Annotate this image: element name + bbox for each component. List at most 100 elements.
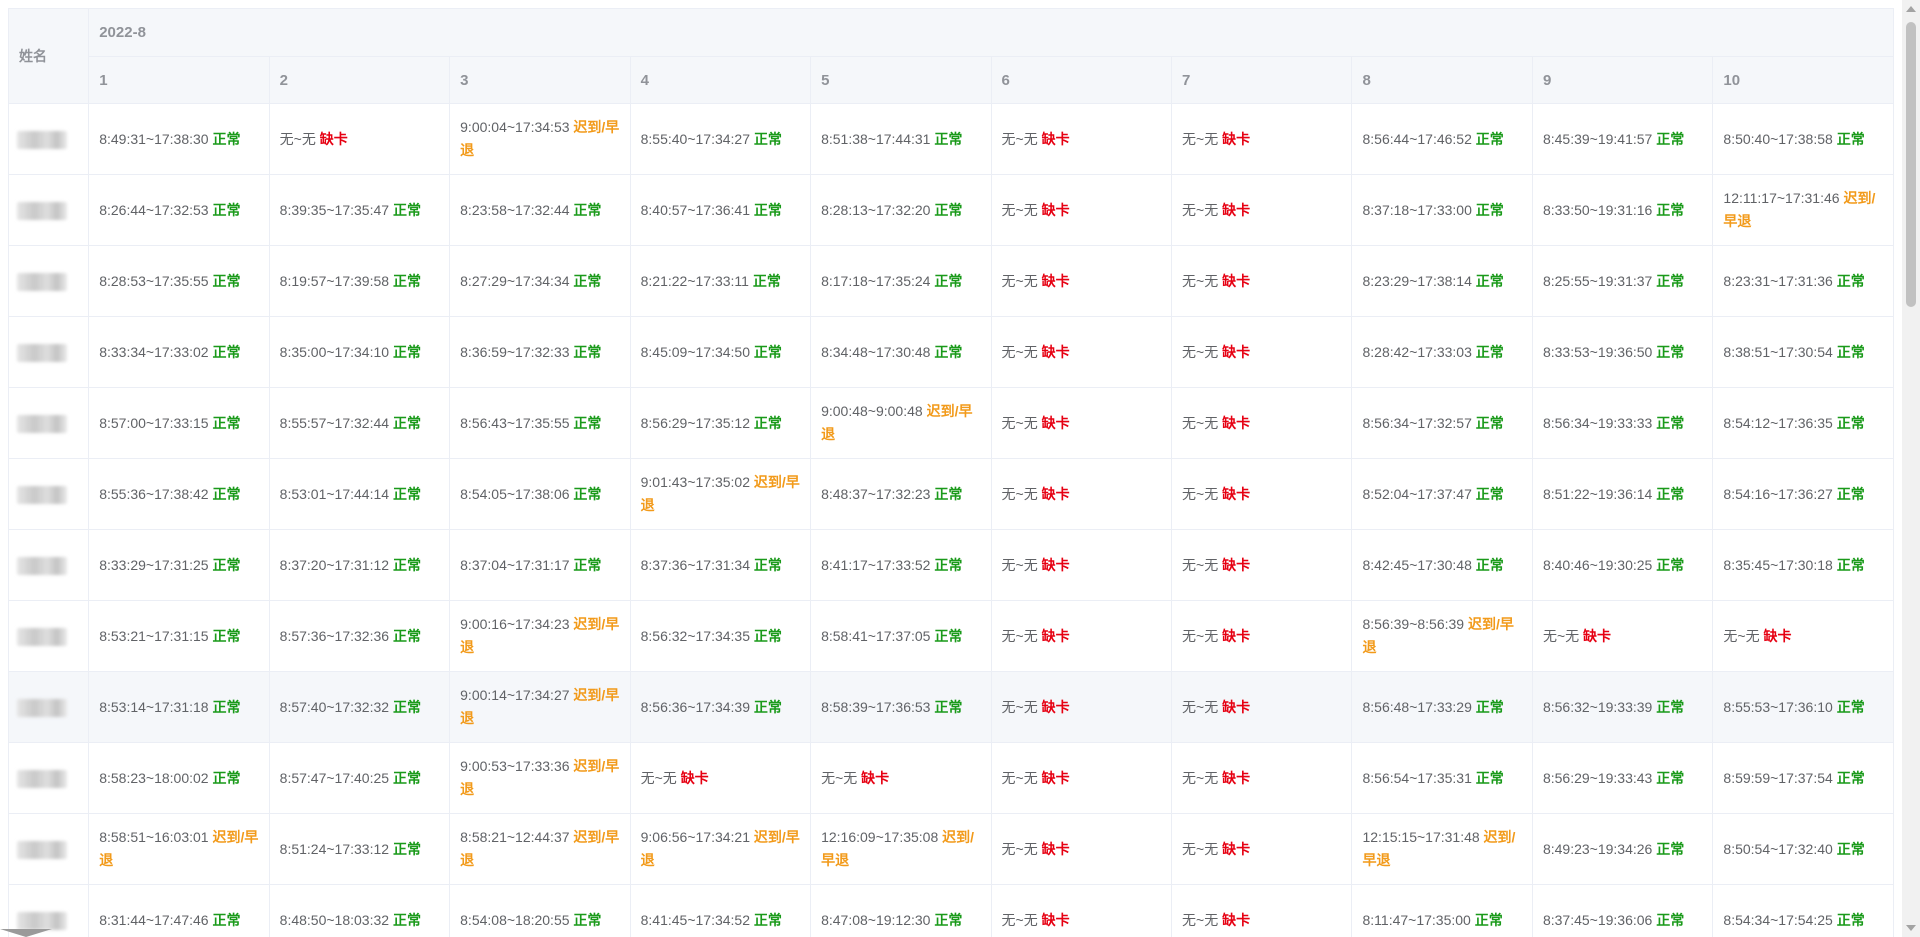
attendance-status-badge: 缺卡 [1041,485,1070,502]
table-row[interactable]: 8:58:51~16:03:01 迟到/早退 8:51:24~17:33:12 正… [8,813,1894,885]
punch-times: 9:00:14~17:34:27 [460,687,570,703]
attendance-cell: 9:00:16~17:34:23 迟到/早退 [449,600,631,672]
table-row[interactable]: 8:58:23~18:00:02 正常 8:57:47~17:40:25 正常 9:… [8,742,1894,814]
attendance-cell: 无~无 缺卡 [1712,600,1894,672]
redacted-name [17,201,67,220]
attendance-status-badge: 缺卡 [680,769,709,786]
table-row[interactable]: 8:57:00~17:33:15 正常 8:55:57~17:32:44 正常 8:… [8,387,1894,459]
attendance-cell: 8:57:00~17:33:15 正常 [88,387,270,459]
redacted-name [17,130,67,149]
punch-times: 8:39:35~17:35:47 [279,201,390,218]
attendance-status-badge: 正常 [753,911,782,928]
punch-times: 无~无 [1001,698,1038,715]
punch-times: 8:53:14~17:31:18 [99,698,209,715]
table-row[interactable]: 8:26:44~17:32:53 正常 8:39:35~17:35:47 正常 8:… [8,174,1894,246]
attendance-cell: 无~无 缺卡 [990,742,1173,814]
redacted-name [17,343,67,362]
punch-times: 8:57:00~17:33:15 [99,414,209,431]
punch-times: 无~无 [1182,911,1219,928]
table-header: 姓名 2022-8 1 2 3 4 5 6 7 8 9 10 [8,8,1894,104]
punch-times: 8:37:18~17:33:00 [1362,201,1472,218]
attendance-cell: 8:58:21~12:44:37 迟到/早退 [449,813,631,885]
scroll-down-arrow-icon[interactable] [1906,925,1916,931]
table-row[interactable]: 8:53:21~17:31:15 正常 8:57:36~17:32:36 正常 9:… [8,600,1894,672]
attendance-status-badge: 缺卡 [1222,414,1251,431]
attendance-status-badge: 正常 [1656,272,1685,289]
punch-times: 9:06:56~17:34:21 [640,829,750,845]
punch-times: 8:35:00~17:34:10 [279,343,390,360]
day-column-header: 5 [810,56,992,104]
attendance-cell: 8:56:34~19:33:33 正常 [1531,387,1714,459]
attendance-cell: 无~无 缺卡 [1171,884,1353,937]
name-column-header: 姓名 [8,8,90,104]
punch-times: 8:28:13~17:32:20 [821,201,931,218]
attendance-status-badge: 正常 [392,627,421,644]
table-row[interactable]: 8:55:36~17:38:42 正常 8:53:01~17:44:14 正常 8:… [8,458,1894,530]
punch-times: 9:00:53~17:33:36 [460,758,570,774]
attendance-status-badge: 正常 [212,414,241,431]
redacted-name [17,769,67,788]
punch-times: 8:28:42~17:33:03 [1362,343,1472,360]
attendance-cell: 8:58:23~18:00:02 正常 [88,742,270,814]
attendance-status-badge: 正常 [573,272,602,289]
scroll-up-arrow-icon[interactable] [1906,6,1916,12]
table-row[interactable]: 8:31:44~17:47:46 正常 8:48:50~18:03:32 正常 8:… [8,884,1894,937]
punch-times: 8:53:01~17:44:14 [279,485,390,502]
table-row[interactable]: 8:53:14~17:31:18 正常 8:57:40~17:32:32 正常 9:… [8,671,1894,743]
attendance-cell: 8:56:44~17:46:52 正常 [1351,103,1533,175]
attendance-status-badge: 缺卡 [1222,201,1251,218]
attendance-cell: 无~无 缺卡 [1171,316,1353,388]
attendance-status-badge: 正常 [392,556,421,573]
attendance-cell: 8:53:01~17:44:14 正常 [268,458,451,530]
attendance-cell: 8:56:48~17:33:29 正常 [1351,671,1533,743]
punch-times: 9:00:16~17:34:23 [460,616,570,632]
attendance-cell: 8:55:57~17:32:44 正常 [268,387,451,459]
punch-times: 8:55:36~17:38:42 [99,485,209,502]
punch-times: 8:57:40~17:32:32 [279,698,390,715]
punch-times: 8:37:36~17:31:34 [640,556,750,573]
punch-times: 8:31:44~17:47:46 [99,911,209,928]
table-row[interactable]: 8:33:29~17:31:25 正常 8:37:20~17:31:12 正常 8:… [8,529,1894,601]
attendance-cell: 8:54:05~17:38:06 正常 [449,458,631,530]
day-column-header: 6 [990,56,1173,104]
table-row[interactable]: 8:49:31~17:38:30 正常 无~无 缺卡 9:00:04~17:34:5… [8,103,1894,175]
punch-times: 8:37:45~19:36:06 [1542,911,1653,928]
day-column-header: 9 [1531,56,1714,104]
punch-times: 8:56:34~17:32:57 [1362,414,1472,431]
redacted-name [17,840,67,859]
attendance-status-badge: 缺卡 [319,130,348,147]
attendance-status-badge: 缺卡 [1222,698,1251,715]
scrollbar-thumb[interactable] [1906,22,1916,307]
attendance-status-badge: 正常 [573,911,602,928]
redacted-name [17,627,67,646]
punch-times: 8:19:57~17:39:58 [279,272,390,289]
attendance-status-badge: 正常 [753,414,782,431]
attendance-cell: 12:15:15~17:31:48 迟到/早退 [1351,813,1533,885]
punch-times: 8:55:40~17:34:27 [640,130,750,147]
punch-times: 8:40:57~17:36:41 [640,201,750,218]
attendance-cell: 8:51:22~19:36:14 正常 [1531,458,1714,530]
table-row[interactable]: 8:28:53~17:35:55 正常 8:19:57~17:39:58 正常 8:… [8,245,1894,317]
attendance-status-badge: 正常 [392,414,421,431]
table-row[interactable]: 8:33:34~17:33:02 正常 8:35:00~17:34:10 正常 8:… [8,316,1894,388]
redacted-name [17,272,67,291]
punch-times: 8:33:50~19:31:16 [1542,201,1653,218]
attendance-status-badge: 正常 [212,485,241,502]
attendance-status-badge: 正常 [212,272,241,289]
vertical-scrollbar[interactable] [1902,0,1920,937]
attendance-cell: 8:51:24~17:33:12 正常 [268,813,451,885]
collapse-tab-icon[interactable] [0,929,52,937]
attendance-cell: 8:49:23~19:34:26 正常 [1531,813,1714,885]
attendance-status-badge: 正常 [1656,201,1685,218]
attendance-status-badge: 正常 [212,343,241,360]
attendance-cell: 8:21:22~17:33:11 正常 [629,245,812,317]
attendance-status-badge: 正常 [753,627,782,644]
attendance-cell: 8:56:43~17:35:55 正常 [449,387,631,459]
attendance-cell: 无~无 缺卡 [990,458,1173,530]
punch-times: 8:37:04~17:31:17 [460,556,570,573]
punch-times: 无~无 [1182,769,1219,786]
attendance-cell: 8:23:58~17:32:44 正常 [449,174,631,246]
attendance-status-badge: 正常 [753,343,782,360]
attendance-status-badge: 正常 [1656,556,1685,573]
redacted-name [17,414,67,433]
